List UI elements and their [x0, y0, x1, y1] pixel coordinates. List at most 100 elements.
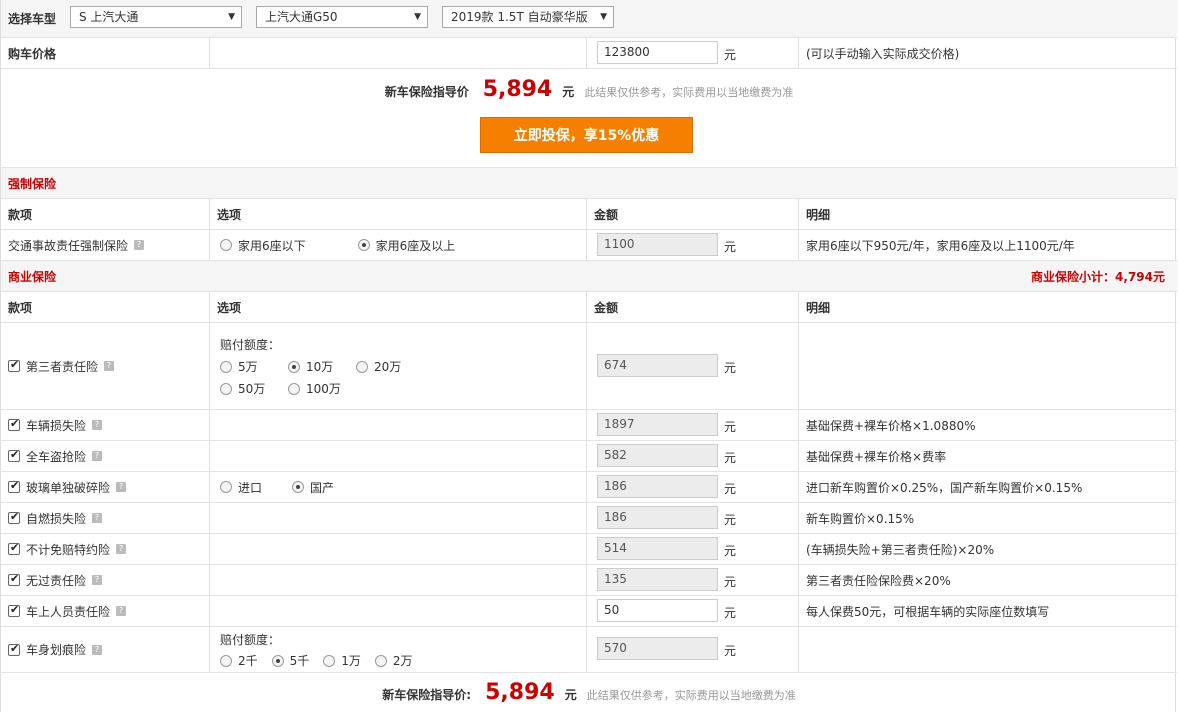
amount-field[interactable]: 674	[597, 354, 718, 377]
table-header: 款项 选项 金额 明细	[1, 292, 1177, 323]
item-name: 车身划痕险	[26, 643, 87, 657]
item-name: 不计免赔特约险	[26, 542, 111, 557]
compulsory-section-header: 强制保险	[1, 168, 1177, 199]
guide-price-amount: 5,894	[485, 680, 555, 705]
detail-text: 新车购置价×0.15%	[806, 511, 915, 526]
unit-label: 元	[724, 48, 737, 62]
compulsory-title: 强制保险	[8, 176, 57, 191]
item-name: 全车盗抢险	[26, 449, 87, 464]
detail-text: (车辆损失险+第三者责任险)×20%	[806, 542, 995, 557]
help-icon[interactable]: ?	[104, 361, 115, 371]
table-row: 车辆损失险? 1897元 基础保费+裸车价格×1.0880%	[1, 410, 1177, 441]
item-name: 车辆损失险	[26, 418, 87, 433]
commercial-subtotal: 商业保险小计：4,794元	[1031, 269, 1165, 284]
help-icon[interactable]: ?	[92, 644, 103, 655]
radio-100w[interactable]: 100万	[288, 380, 341, 397]
purchase-price-input[interactable]: 123800	[597, 41, 718, 64]
checkbox[interactable]	[8, 603, 20, 617]
option-label: 赔付额度：	[220, 633, 281, 647]
brand-select[interactable]: S 上汽大通 ▼	[70, 6, 242, 28]
amount-field[interactable]: 135	[597, 568, 718, 591]
guide-price-note: 此结果仅供参考，实际费用以当地缴费为准	[584, 86, 794, 99]
detail-text: 基础保费+裸车价格×费率	[806, 449, 947, 464]
radio-5w[interactable]: 5万	[220, 358, 272, 375]
radio-2k[interactable]: 2千	[220, 652, 258, 669]
option-label: 赔付额度：	[220, 338, 281, 352]
help-icon[interactable]: ?	[116, 544, 127, 554]
chevron-down-icon: ▼	[600, 12, 607, 22]
commercial-title: 商业保险	[8, 269, 57, 284]
help-icon[interactable]: ?	[116, 482, 127, 492]
help-icon[interactable]: ?	[92, 513, 103, 523]
amount-field[interactable]: 50	[597, 599, 718, 622]
help-icon[interactable]: ?	[92, 420, 103, 430]
car-select-label: 选择车型	[8, 11, 57, 26]
guide-price-unit: 元	[562, 85, 575, 99]
guide-price-unit: 元	[564, 688, 577, 702]
purchase-price-hint: (可以手动输入实际成交价格)	[806, 46, 960, 61]
guide-price-note: 此结果仅供参考，实际费用以当地缴费为准	[586, 689, 796, 702]
table-row: 无过责任险? 135元 第三者责任险保险费×20%	[1, 565, 1177, 596]
detail-text: 每人保费50元，可根据车辆的实际座位数填写	[806, 604, 1050, 619]
help-icon[interactable]: ?	[116, 606, 127, 616]
table-row: 车上人员责任险? 50元 每人保费50元，可根据车辆的实际座位数填写	[1, 596, 1177, 627]
radio-10w[interactable]: 10万	[288, 358, 340, 375]
checkbox[interactable]	[8, 572, 20, 586]
buy-insurance-button[interactable]: 立即投保，享15%优惠	[480, 117, 693, 153]
checkbox[interactable]	[8, 417, 20, 431]
checkbox[interactable]	[8, 479, 20, 493]
radio-5k[interactable]: 5千	[271, 652, 309, 669]
checkbox[interactable]	[8, 448, 20, 462]
amount-field[interactable]: 186	[597, 475, 718, 498]
detail-text: 基础保费+裸车价格×1.0880%	[806, 418, 976, 433]
amount-field[interactable]: 582	[597, 444, 718, 467]
item-name: 第三者责任险	[26, 359, 99, 374]
checkbox[interactable]	[8, 642, 20, 656]
trim-select[interactable]: 2019款 1.5T 自动豪华版 ▼	[442, 6, 614, 28]
table-row: 车身划痕险? 赔付额度： 2千 5千 1万 2万 570元	[1, 627, 1177, 673]
radio-1w[interactable]: 1万	[323, 652, 361, 669]
help-icon[interactable]: ?	[92, 575, 103, 585]
compulsory-name: 交通事故责任强制保险	[8, 238, 129, 253]
table-row: 自燃损失险? 186元 新车购置价×0.15%	[1, 503, 1177, 534]
table-row: 第三者责任险? 赔付额度： 5万 10万 20万 50万 100万 674 元	[1, 323, 1177, 410]
radio-20w[interactable]: 20万	[356, 358, 401, 375]
item-name: 车上人员责任险	[26, 604, 111, 619]
radio-imported[interactable]: 进口	[220, 479, 262, 496]
checkbox[interactable]	[8, 510, 20, 524]
chevron-down-icon: ▼	[414, 12, 421, 22]
radio-50w[interactable]: 50万	[220, 380, 272, 397]
radio-under6[interactable]: 家用6座以下	[220, 237, 306, 254]
bottom-summary: 新车保险指导价: 5,894 元 此结果仅供参考，实际费用以当地缴费为准	[1, 680, 1177, 705]
detail-text: 家用6座以下950元/年，家用6座及以上1100元/年	[806, 238, 1075, 253]
help-icon[interactable]: ?	[92, 451, 103, 461]
purchase-price-label: 购车价格	[1, 38, 210, 68]
chevron-down-icon: ▼	[228, 12, 235, 22]
item-name: 无过责任险	[26, 573, 87, 588]
checkbox[interactable]	[8, 358, 20, 372]
radio-domestic[interactable]: 国产	[292, 479, 334, 496]
insurance-calculator: 选择车型 S 上汽大通 ▼ 上汽大通G50 ▼ 2019款 1.5T 自动豪华版 ▼ …	[0, 0, 1177, 712]
model-select[interactable]: 上汽大通G50 ▼	[256, 6, 428, 28]
table-row: 全车盗抢险? 582元 基础保费+裸车价格×费率	[1, 441, 1177, 472]
radio-6plus[interactable]: 家用6座及以上	[357, 237, 455, 254]
amount-field[interactable]: 186	[597, 506, 718, 529]
guide-price-label: 新车保险指导价:	[382, 688, 472, 702]
amount-field[interactable]: 1897	[597, 413, 718, 436]
guide-price-label: 新车保险指导价	[384, 85, 469, 99]
guide-price-amount: 5,894	[482, 77, 553, 102]
item-name: 自燃损失险	[26, 511, 87, 526]
item-name: 玻璃单独破碎险	[26, 480, 111, 495]
detail-text: 第三者责任险保险费×20%	[806, 573, 951, 588]
table-row: 交通事故责任强制保险? 家用6座以下 家用6座及以上 1100 元 家用6座以下…	[1, 230, 1177, 261]
amount-field[interactable]: 1100	[597, 233, 718, 256]
car-select-row: 选择车型 S 上汽大通 ▼ 上汽大通G50 ▼ 2019款 1.5T 自动豪华版 ▼	[1, 0, 1177, 38]
detail-text: 进口新车购置价×0.25%，国产新车购置价×0.15%	[806, 480, 1083, 495]
amount-field[interactable]: 514	[597, 537, 718, 560]
table-header: 款项 选项 金额 明细	[1, 199, 1177, 230]
checkbox[interactable]	[8, 541, 20, 555]
amount-field[interactable]: 570	[597, 637, 718, 660]
commercial-section-header: 商业保险 商业保险小计：4,794元	[1, 261, 1177, 292]
help-icon[interactable]: ?	[134, 240, 145, 250]
radio-2w[interactable]: 2万	[374, 652, 413, 669]
